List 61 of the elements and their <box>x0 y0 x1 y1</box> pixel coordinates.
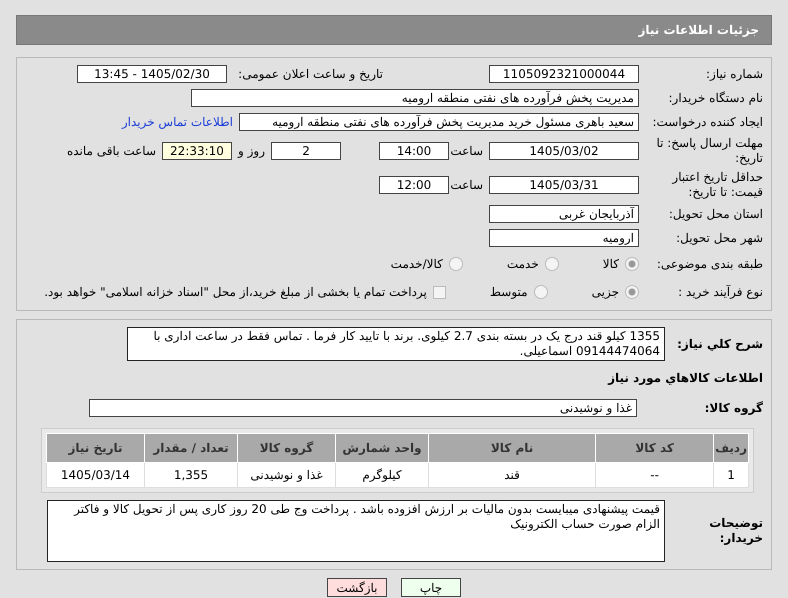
validity-time-field: 12:00 <box>379 176 449 194</box>
table-cell: 1405/03/14 <box>46 462 144 488</box>
table-cell: قند <box>428 462 596 488</box>
column-header: گروه کالا <box>238 434 336 462</box>
field-label: استان محل تحویل: <box>668 206 764 222</box>
radio-button[interactable] <box>625 257 639 271</box>
table-cell: 1 <box>714 462 748 488</box>
radio-label: کالا <box>602 257 619 271</box>
description-box: 1355 کیلو قند درج یک در بسته بندی 2.7 کیلوی. برند با تایید کار فرما . تماس فقط در ساعت اداری با 09144474064 اسماعیلی. <box>127 327 665 361</box>
field-label: تاریخ و ساعت اعلان عمومی: <box>237 66 384 82</box>
field-label: شماره نیاز: <box>705 66 764 82</box>
field-label: مهلت ارسال پاسخ: تا تاریخ: <box>655 136 764 166</box>
radio-button[interactable] <box>544 257 559 271</box>
radio-label: جزیی <box>592 285 619 299</box>
deadline-date-field: 1405/03/02 <box>489 142 639 160</box>
field-label: ایجاد کننده درخواست: <box>651 114 764 130</box>
radio-label: خدمت <box>506 257 539 271</box>
field-label: شرح کلي نياز: <box>676 336 764 352</box>
checkbox-label: پرداخت تمام یا بخشی از مبلغ خرید،از محل "اسناد خزانه اسلامی" خواهد بود. <box>44 285 427 299</box>
table-cell: غذا و نوشیدنی <box>238 462 336 488</box>
creator-field: سعید باهری مسئول خرید مدیریت پخش فرآورده های نفتی منطقه ارومیه <box>239 113 639 131</box>
contact-link[interactable]: اطلاعات تماس خریدار <box>122 115 233 129</box>
radio-button[interactable] <box>625 285 639 299</box>
field-label: روز و <box>238 144 265 158</box>
section-title: اطلاعات کالاهاي مورد نياز <box>606 370 764 386</box>
province-field: آذربایجان غربی <box>489 205 639 223</box>
back-button[interactable]: بازگشت <box>327 578 387 597</box>
field-label: گروه کالا: <box>704 400 764 416</box>
remaining-time-field: 22:33:10 <box>162 142 232 160</box>
field-label: ساعت باقی مانده <box>66 144 156 158</box>
radio-label: کالا/خدمت <box>390 257 443 271</box>
city-field: ارومیه <box>489 229 639 247</box>
field-label: توضیحات خریدار: <box>708 516 764 546</box>
column-header: واحد شمارش <box>336 434 428 462</box>
column-header: تاریخ نیاز <box>46 434 144 462</box>
page-title: جزئیات اطلاعات نیاز <box>16 15 772 45</box>
table-cell: کیلوگرم <box>336 462 428 488</box>
buyer-org-field: مدیریت پخش فرآورده های نفتی منطقه ارومیه <box>191 89 639 107</box>
radio-label: متوسط <box>490 285 528 299</box>
column-header: نام کالا <box>428 434 596 462</box>
validity-date-field: 1405/03/31 <box>489 176 639 194</box>
field-label: حداقل تاریخ اعتبار قیمت: تا تاریخ: <box>670 170 764 200</box>
column-header: تعداد / مقدار <box>144 434 238 462</box>
field-label: طبقه بندی موضوعی: <box>656 256 764 272</box>
field-label: نوع فرآیند خرید : <box>677 284 764 300</box>
announce-date-field: 1405/02/30 - 13:45 <box>77 65 227 83</box>
table-cell: 1,355 <box>144 462 238 488</box>
days-field: 2 <box>271 142 341 160</box>
column-header: ردیف <box>714 434 748 462</box>
column-header: کد کالا <box>596 434 714 462</box>
radio-button[interactable] <box>534 285 548 299</box>
radio-button[interactable] <box>448 257 463 271</box>
field-label: نام دستگاه خریدار: <box>668 90 764 106</box>
goods-group-field: غذا و نوشیدنی <box>89 399 637 417</box>
checkbox[interactable] <box>432 286 446 298</box>
field-label: شهر محل تحویل: <box>675 230 764 246</box>
table-cell: -- <box>596 462 714 488</box>
buyer-notes-box: قیمت پیشنهادی میبایست بدون مالیات بر ارزش افزوده باشد . پرداخت وج طی 20 روز کاری پس از تحویل کالا و فاکتر الزام صورت حساب الکترونیک <box>47 500 665 562</box>
deadline-time-field: 14:00 <box>379 142 449 160</box>
need-number-field: 1105092321000044 <box>489 65 639 83</box>
print-button[interactable]: چاپ <box>401 578 461 597</box>
